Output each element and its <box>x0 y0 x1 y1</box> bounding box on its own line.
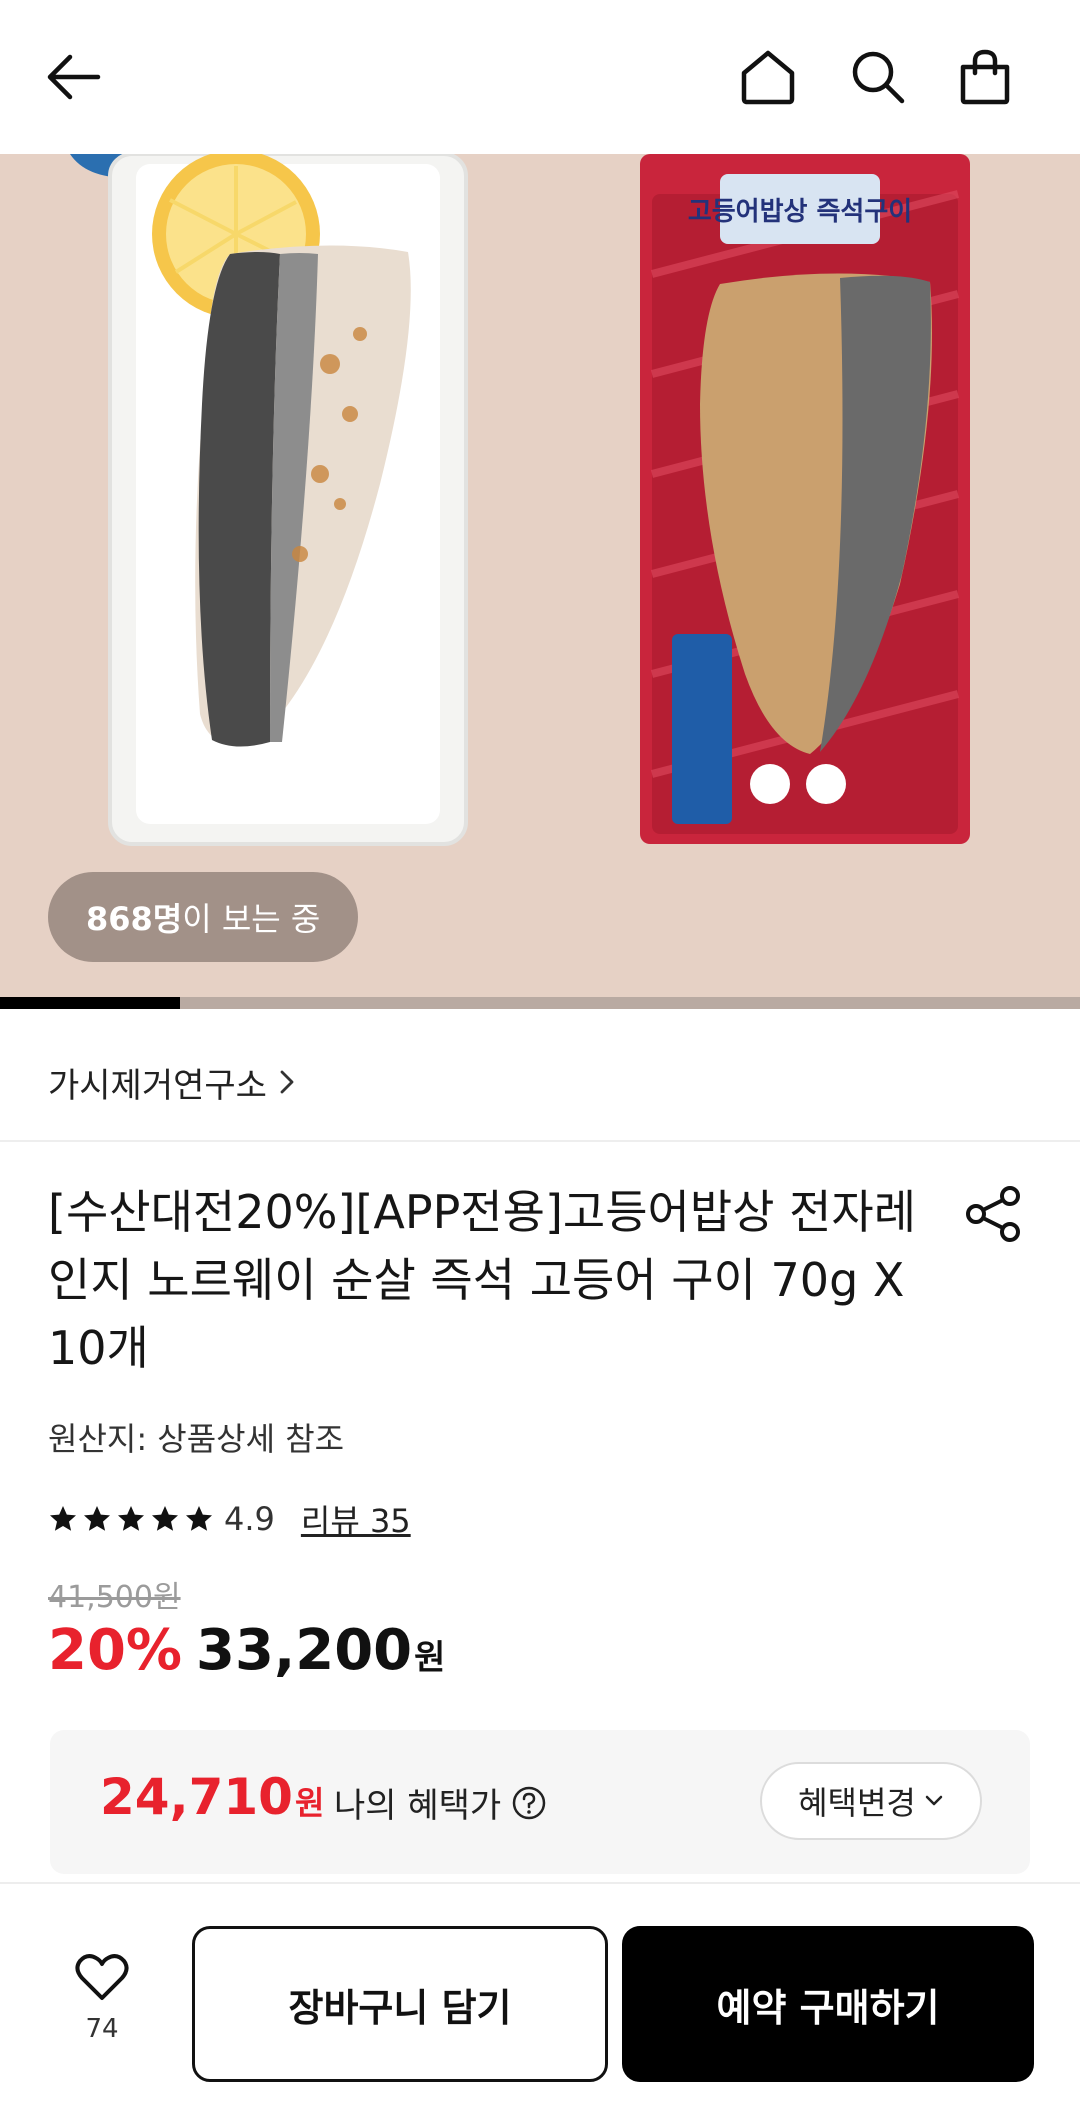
shopping-bag-icon[interactable] <box>950 42 1020 112</box>
home-icon[interactable] <box>733 42 803 112</box>
question-circle-icon[interactable] <box>511 1785 547 1821</box>
chevron-down-icon <box>924 1794 944 1808</box>
brand-name: 가시제거연구소 <box>48 1065 267 1106</box>
star-icon <box>152 1506 178 1531</box>
price-row: 20% 33,200 원 <box>48 1618 445 1683</box>
change-benefit-label: 혜택변경 <box>798 1784 916 1822</box>
star-icon <box>118 1506 144 1531</box>
change-benefit-button[interactable]: 혜택변경 <box>760 1762 982 1840</box>
brand-link[interactable]: 가시제거연구소 <box>48 1050 295 1114</box>
viewers-count: 868명 <box>86 900 183 938</box>
carousel-progress-fill <box>0 997 181 1009</box>
benefit-box: 24,710 원 나의 혜택가 혜택변경 <box>50 1730 1030 1874</box>
review-link[interactable]: 리뷰 35 <box>301 1496 411 1542</box>
viewers-suffix: 이 보는 중 <box>182 900 321 938</box>
section-divider <box>0 1140 1080 1142</box>
share-icon[interactable] <box>962 1182 1026 1246</box>
product-image-carousel[interactable]: 고등어밥상 즉석구이 868명 이 보는 중 <box>0 154 1080 1009</box>
benefit-price-value: 24,710 <box>100 1768 293 1826</box>
origin-info: 원산지: 상품상세 참조 <box>48 1420 345 1458</box>
add-to-cart-button[interactable]: 장바구니 담기 <box>192 1926 608 2082</box>
original-price: 41,500원 <box>48 1580 181 1615</box>
sale-price: 33,200 <box>196 1618 413 1683</box>
heart-icon <box>75 1954 129 2000</box>
benefit-label-text: 나의 혜택가 <box>334 1786 502 1826</box>
chevron-right-icon <box>279 1069 295 1095</box>
product-title: [수산대전20%][APP전용]고등어밥상 전자레인지 노르웨이 순살 즉석 고… <box>48 1185 917 1375</box>
wishlist-button[interactable]: 74 <box>60 1952 144 2044</box>
viewers-badge: 868명 이 보는 중 <box>48 872 359 962</box>
carousel-progress <box>0 997 1080 1009</box>
search-icon[interactable] <box>843 42 913 112</box>
benefit-label: 나의 혜택가 <box>334 1778 547 1827</box>
star-icon <box>186 1506 212 1531</box>
rating-stars <box>48 1504 214 1534</box>
wishlist-count: 74 <box>85 2014 119 2044</box>
rating-row: 4.9 리뷰 35 <box>48 1494 411 1544</box>
sale-price-unit: 원 <box>414 1638 446 1678</box>
package-label-text: 고등어밥상 즉석구이 <box>688 197 912 227</box>
star-icon <box>50 1506 76 1531</box>
star-icon <box>84 1506 110 1531</box>
top-app-bar <box>0 0 1080 154</box>
rating-value: 4.9 <box>224 1500 275 1538</box>
benefit-price: 24,710 원 <box>100 1768 324 1826</box>
back-arrow-icon[interactable] <box>38 42 108 112</box>
benefit-price-unit: 원 <box>294 1784 325 1822</box>
discount-rate: 20% <box>48 1618 183 1683</box>
bottom-purchase-bar: 74 장바구니 담기 예약 구매하기 <box>0 1882 1080 2117</box>
reserve-purchase-button[interactable]: 예약 구매하기 <box>622 1926 1034 2082</box>
